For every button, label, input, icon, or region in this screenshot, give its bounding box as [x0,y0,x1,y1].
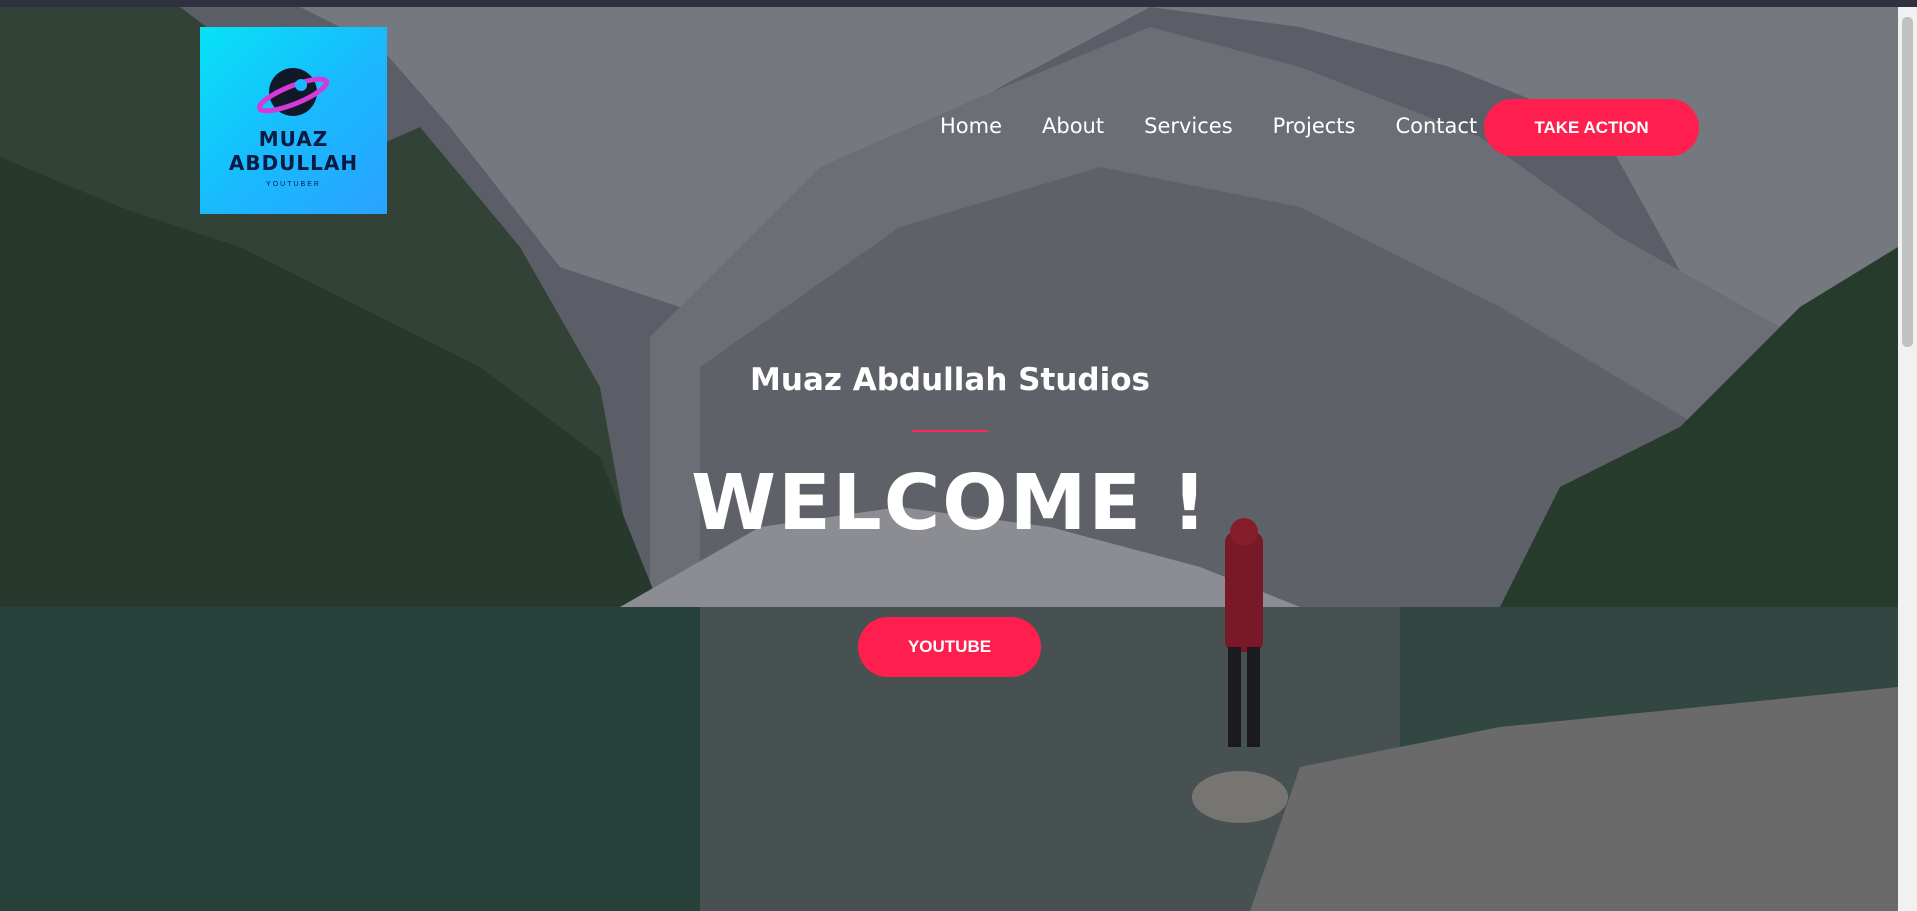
hero-heading: WELCOME ! [691,459,1209,548]
nav-link-about[interactable]: About [1042,114,1104,138]
logo-tagline: YOUTUBER [266,181,321,188]
browser-top-strip [0,0,1917,7]
nav-link-home[interactable]: Home [940,114,1002,138]
planet-icon [256,68,330,116]
hero-divider [912,430,988,432]
nav-link-projects[interactable]: Projects [1273,114,1356,138]
take-action-button[interactable]: TAKE ACTION [1484,99,1699,156]
nav-link-contact[interactable]: Contact [1395,114,1477,138]
main-navigation: Home About Services Projects Contact [940,111,1517,141]
hero-section: MUAZ ABDULLAH YOUTUBER Home About Servic… [0,7,1898,911]
youtube-button[interactable]: YOUTUBE [858,617,1041,677]
site-logo[interactable]: MUAZ ABDULLAH YOUTUBER [200,27,387,214]
hero-subtitle: Muaz Abdullah Studios [750,362,1150,398]
logo-name: MUAZ ABDULLAH [228,127,359,175]
scrollbar-thumb[interactable] [1902,17,1913,347]
nav-link-services[interactable]: Services [1144,114,1233,138]
page-scrollbar[interactable] [1898,7,1917,911]
